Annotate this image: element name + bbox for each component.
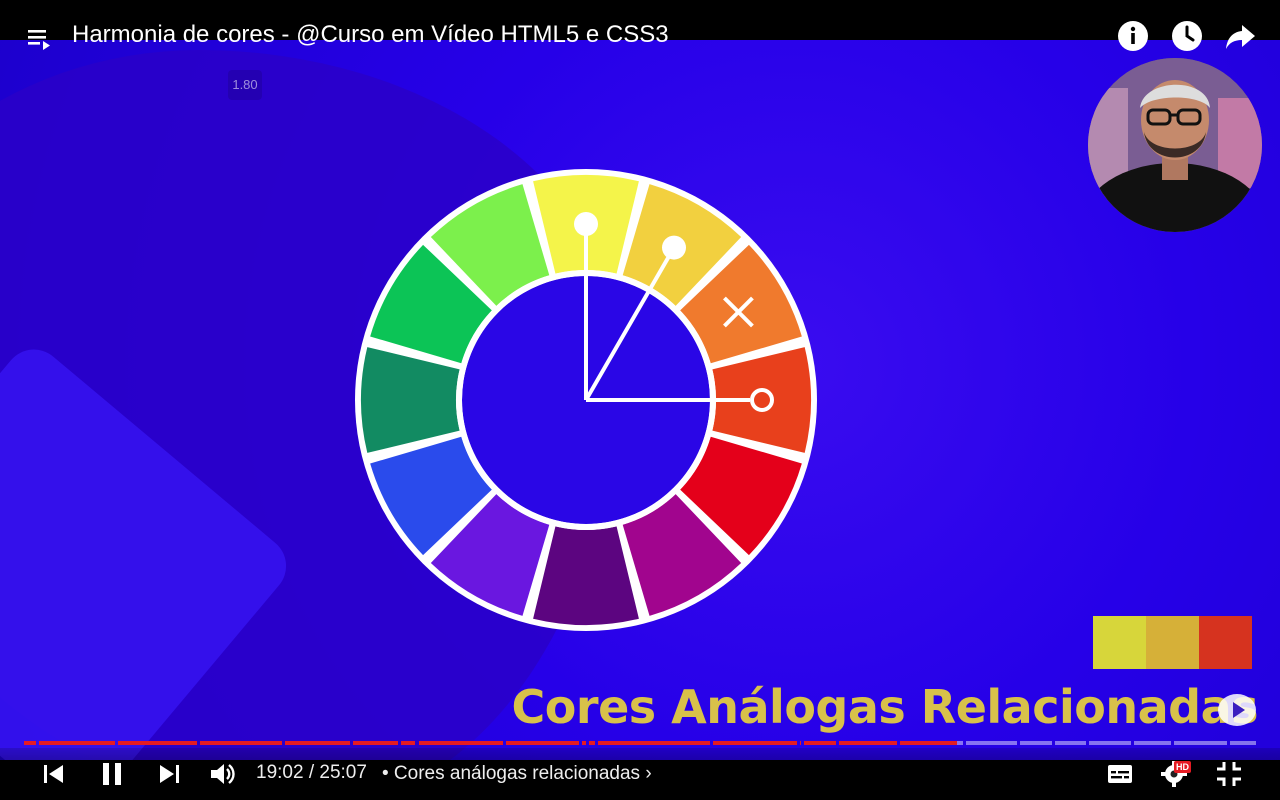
progress-chapter-segment[interactable] [1173, 741, 1228, 745]
color-wheel [355, 169, 817, 631]
progress-played [200, 741, 283, 745]
analogous-swatches [1093, 616, 1252, 669]
info-icon[interactable] [1116, 19, 1150, 53]
progress-played [117, 741, 198, 745]
player-controls: 19:02 / 25:07 • Cores análogas relaciona… [0, 748, 1280, 800]
progress-played [285, 741, 351, 745]
progress-chapter-segment[interactable] [1230, 741, 1256, 745]
marker-dot-gold [662, 235, 686, 260]
speed-badge: 1.80 [228, 70, 262, 100]
progress-played [838, 741, 898, 745]
progress-chapter-segment[interactable] [1055, 741, 1086, 745]
clock-icon[interactable] [1170, 19, 1204, 53]
progress-played [24, 741, 37, 745]
progress-played [505, 741, 580, 745]
progress-played [588, 741, 596, 745]
video-title[interactable]: Harmonia de cores - @Curso em Vídeo HTML… [72, 20, 669, 50]
volume-icon[interactable] [208, 760, 236, 788]
exit-fullscreen-icon[interactable] [1215, 760, 1243, 788]
progress-played [900, 741, 957, 745]
share-icon[interactable] [1224, 19, 1258, 53]
progress-played [712, 741, 798, 745]
chapter-title[interactable]: • Cores análogas relacionadas › [382, 763, 652, 785]
swatch-yellow [1093, 616, 1146, 669]
progress-played [804, 741, 836, 745]
progress-chapter-segment[interactable] [1134, 741, 1171, 745]
swatch-gold [1146, 616, 1199, 669]
progress-played [800, 741, 802, 745]
progress-played [598, 741, 710, 745]
progress-played [39, 741, 115, 745]
chevron-right-icon: › [645, 763, 652, 784]
progress-bar[interactable] [24, 741, 1256, 745]
playlist-icon[interactable] [24, 24, 54, 54]
progress-chapter-segment[interactable] [1088, 741, 1132, 745]
progress-chapter-segment[interactable] [1019, 741, 1053, 745]
skip-previous-icon[interactable] [40, 760, 68, 788]
progress-played [401, 741, 416, 745]
skip-next-icon[interactable] [155, 760, 183, 788]
hd-badge: HD [1174, 761, 1191, 773]
presenter-avatar [1088, 58, 1262, 232]
swatch-red [1199, 616, 1252, 669]
progress-played [353, 741, 399, 745]
pause-icon[interactable] [98, 760, 126, 788]
progress-played [582, 741, 586, 745]
progress-played [418, 741, 503, 745]
next-video-icon[interactable] [1218, 694, 1256, 726]
marker-dot-yellow [574, 212, 598, 236]
overlay-title: Cores Análogas Relacionadas [511, 680, 1259, 734]
progress-chapter-segment[interactable] [965, 741, 1017, 745]
time-display: 19:02 / 25:07 [256, 762, 367, 783]
captions-icon[interactable] [1106, 760, 1134, 788]
